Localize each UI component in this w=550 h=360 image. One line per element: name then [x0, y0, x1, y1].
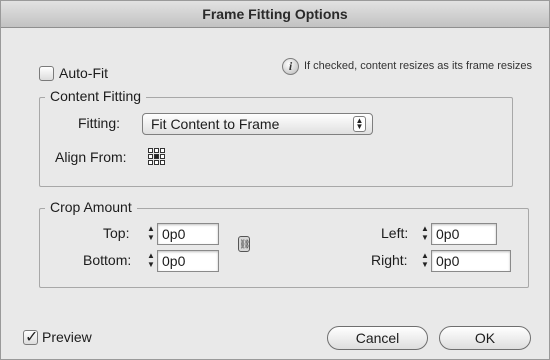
content-fitting-group: [39, 97, 513, 187]
crop-amount-group: [39, 208, 529, 288]
ref-point-top-center[interactable]: [154, 148, 159, 153]
info-icon: i: [282, 58, 299, 75]
frame-fitting-dialog: Frame Fitting Options Auto-Fit i If chec…: [0, 0, 550, 360]
dialog-title: Frame Fitting Options: [1, 1, 549, 28]
crop-top-field[interactable]: 0p0: [157, 223, 219, 245]
crop-top-label: Top:: [103, 225, 130, 241]
fitting-label: Fitting:: [78, 115, 121, 131]
crop-left-label: Left:: [381, 225, 409, 241]
ref-point-middle-left[interactable]: [148, 154, 153, 159]
checkmark-icon: ✓: [25, 329, 39, 346]
auto-fit-checkbox[interactable]: [39, 66, 54, 81]
chain-link-icon[interactable]: ⛓: [238, 236, 250, 252]
ref-point-center[interactable]: [154, 154, 159, 159]
content-fitting-title: Content Fitting: [45, 88, 147, 104]
crop-top-stepper[interactable]: ▲ ▼: [144, 224, 158, 244]
crop-bottom-label: Bottom:: [83, 252, 132, 268]
ref-point-middle-right[interactable]: [160, 154, 165, 159]
auto-fit-info-text: If checked, content resizes as its frame…: [304, 60, 533, 72]
crop-right-stepper[interactable]: ▲ ▼: [418, 251, 432, 271]
ref-point-bottom-center[interactable]: [154, 160, 159, 165]
ref-point-top-left[interactable]: [148, 148, 153, 153]
preview-label[interactable]: Preview: [42, 329, 92, 345]
align-from-label: Align From:: [55, 149, 127, 165]
auto-fit-label[interactable]: Auto-Fit: [59, 65, 108, 81]
ref-point-top-right[interactable]: [160, 148, 165, 153]
fitting-select[interactable]: Fit Content to Frame ▲ ▼: [142, 113, 373, 135]
crop-right-label: Right:: [371, 252, 408, 268]
crop-right-field[interactable]: 0p0: [431, 250, 511, 272]
crop-left-stepper[interactable]: ▲ ▼: [418, 224, 432, 244]
preview-checkbox[interactable]: ✓: [23, 329, 39, 346]
cancel-button[interactable]: Cancel: [327, 326, 428, 350]
ref-point-bottom-right[interactable]: [160, 160, 165, 165]
crop-amount-title: Crop Amount: [45, 199, 137, 215]
align-from-reference-point[interactable]: [148, 148, 165, 165]
fitting-select-value: Fit Content to Frame: [151, 116, 280, 132]
crop-left-field[interactable]: 0p0: [431, 223, 497, 245]
crop-bottom-field[interactable]: 0p0: [157, 250, 219, 272]
crop-bottom-stepper[interactable]: ▲ ▼: [144, 251, 158, 271]
updown-arrows-icon: ▲ ▼: [353, 116, 366, 132]
ref-point-bottom-left[interactable]: [148, 160, 153, 165]
ok-button[interactable]: OK: [439, 326, 531, 350]
